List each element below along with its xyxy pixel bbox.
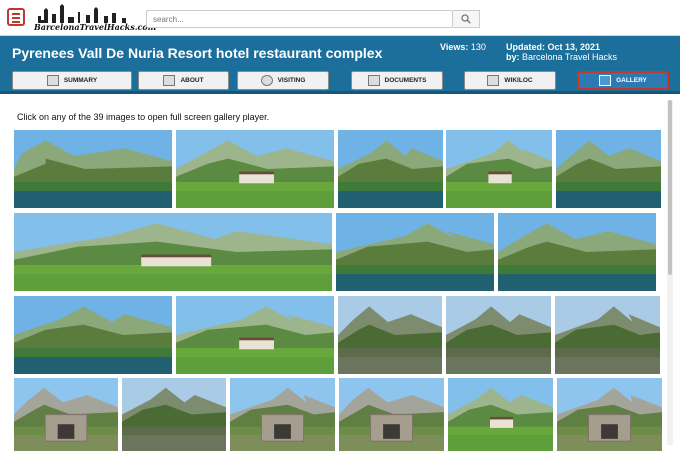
photo-grid — [0, 97, 680, 452]
gallery-thumbnail[interactable] — [338, 377, 445, 452]
gallery-thumbnail[interactable] — [554, 295, 661, 375]
map-icon — [487, 75, 500, 86]
tab-wikiloc[interactable]: WIKILOC — [464, 71, 556, 90]
by-label: by: — [506, 52, 520, 62]
tab-gallery[interactable]: GALLERY — [577, 71, 669, 90]
logo-text: BarcelonaTravelHacks.com — [34, 22, 157, 32]
about-icon — [163, 75, 176, 86]
tab-documents[interactable]: DOCUMENTS — [351, 71, 443, 90]
gallery-icon — [599, 75, 612, 86]
tab-visiting-label: VISITING — [277, 77, 306, 84]
gallery-thumbnail[interactable] — [497, 212, 657, 292]
tab-about-label: ABOUT — [180, 77, 204, 84]
gallery-thumbnail[interactable] — [445, 295, 552, 375]
gallery-thumbnail[interactable] — [13, 129, 173, 209]
gallery-thumbnail[interactable] — [337, 295, 443, 375]
search-button[interactable] — [453, 10, 480, 28]
gallery-thumbnail[interactable] — [337, 129, 444, 209]
scrollbar[interactable] — [667, 100, 673, 445]
summary-icon — [46, 75, 59, 86]
tab-summary-label: SUMMARY — [63, 77, 98, 84]
gallery-thumbnail[interactable] — [175, 129, 335, 209]
page-header: Pyrenees Vall De Nuria Resort hotel rest… — [0, 36, 680, 94]
site-logo[interactable]: BarcelonaTravelHacks.com — [34, 4, 157, 32]
author-name: Barcelona Travel Hacks — [522, 52, 618, 62]
scrollbar-thumb[interactable] — [668, 100, 672, 275]
gallery-thumbnail[interactable] — [555, 129, 662, 209]
views-value: 130 — [470, 42, 486, 52]
tab-gallery-label: GALLERY — [616, 77, 647, 84]
tab-bar: SUMMARY ABOUT VISITING DOCUMENTS WIKILOC… — [0, 71, 680, 91]
page-title: Pyrenees Vall De Nuria Resort hotel rest… — [12, 45, 383, 61]
documents-icon — [367, 75, 380, 86]
menu-icon[interactable] — [7, 8, 25, 26]
gallery-thumbnail[interactable] — [121, 377, 227, 452]
search-icon — [461, 14, 471, 24]
skyline-icon — [34, 4, 134, 23]
clock-icon — [260, 75, 273, 86]
tab-summary[interactable]: SUMMARY — [12, 71, 132, 90]
update-info: Updated: Oct 13, 2021 by: Barcelona Trav… — [506, 42, 617, 62]
gallery-thumbnail[interactable] — [445, 129, 553, 209]
view-count: Views: 130 — [440, 42, 486, 52]
updated-label: Updated: — [506, 42, 545, 52]
tab-documents-label: DOCUMENTS — [384, 77, 427, 84]
search-input[interactable] — [146, 10, 453, 28]
gallery-thumbnail[interactable] — [13, 212, 333, 292]
tab-wikiloc-label: WIKILOC — [504, 77, 533, 84]
gallery-thumbnail[interactable] — [447, 377, 554, 452]
gallery-thumbnail[interactable] — [229, 377, 336, 452]
gallery-thumbnail[interactable] — [556, 377, 663, 452]
gallery-section: Click on any of the 39 images to open fu… — [0, 97, 680, 452]
views-label: Views: — [440, 42, 469, 52]
gallery-thumbnail[interactable] — [13, 295, 173, 375]
tab-visiting[interactable]: VISITING — [237, 71, 329, 90]
top-bar: BarcelonaTravelHacks.com — [0, 0, 680, 36]
gallery-thumbnail[interactable] — [13, 377, 119, 452]
gallery-thumbnail[interactable] — [175, 295, 335, 375]
tab-about[interactable]: ABOUT — [138, 71, 229, 90]
updated-value: Oct 13, 2021 — [547, 42, 601, 52]
gallery-thumbnail[interactable] — [335, 212, 495, 292]
